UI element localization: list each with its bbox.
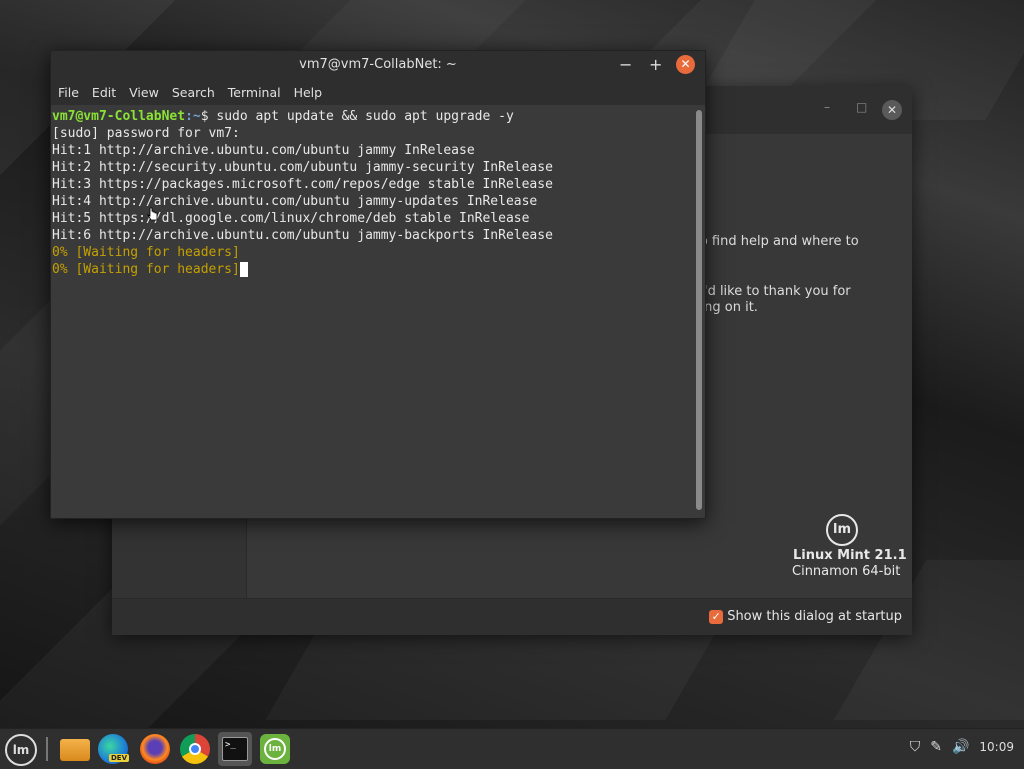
firefox-icon[interactable] [140,734,170,764]
close-icon[interactable]: ✕ [882,100,902,120]
output-line: Hit:6 http://archive.ubuntu.com/ubuntu j… [52,228,553,243]
menu-file[interactable]: File [58,85,79,100]
maximize-icon[interactable]: □ [856,100,867,114]
shield-icon[interactable]: ⛉ [910,739,921,755]
clock[interactable]: 10:09 [979,740,1014,754]
welcome-footer: ✓ Show this dialog at startup [112,598,912,635]
window-title: vm7@vm7-CollabNet: ~ [299,57,457,72]
mint-app-glyph: lm [264,738,286,760]
scrollbar-thumb[interactable] [696,110,702,510]
os-version: Linux Mint 21.1 [793,548,907,563]
output-line: [sudo] password for vm7: [52,126,240,141]
text-cursor [239,262,248,277]
chrome-icon[interactable] [180,734,210,764]
system-tray: ⛉ ✎ 🔊 10:09 [910,739,1014,755]
command-line: vm7@vm7-CollabNet:~$ sudo apt update && … [52,108,694,125]
terminal-titlebar[interactable]: vm7@vm7-CollabNet: ~ − + ✕ [51,51,705,79]
minimize-icon[interactable]: − [619,55,632,74]
close-icon[interactable]: ✕ [676,55,695,74]
mint-welcome-app-icon[interactable]: lm [260,734,290,764]
output-line: Hit:1 http://archive.ubuntu.com/ubuntu j… [52,143,475,158]
prompt-path: :~ [185,109,201,124]
menu-edit[interactable]: Edit [92,85,116,100]
prompt-user: vm7@vm7-CollabNet [52,109,186,124]
terminal-icon[interactable]: >_ [222,737,248,761]
taskbar-separator [46,737,48,761]
show-at-startup-label: Show this dialog at startup [727,609,902,624]
command-text: sudo apt update && sudo apt upgrade -y [216,109,514,124]
prompt-symbol: $ [200,109,217,124]
output-line: Hit:3 https://packages.microsoft.com/rep… [52,177,553,192]
mint-menu-icon[interactable]: lm [5,734,37,766]
checkbox-checked-icon[interactable]: ✓ [709,609,724,624]
waiting-text: 0% [Waiting for headers] [52,262,240,277]
menu-help[interactable]: Help [294,85,323,100]
mint-logo-icon: lm [826,514,858,546]
menu-terminal[interactable]: Terminal [228,85,281,100]
maximize-icon[interactable]: + [649,55,662,74]
waiting-line: 0% [Waiting for headers] [52,245,240,260]
terminal-output[interactable]: vm7@vm7-CollabNet:~$ sudo apt update && … [51,106,694,518]
menu-search[interactable]: Search [172,85,215,100]
terminal-scrollbar[interactable] [693,106,705,516]
terminal-window: vm7@vm7-CollabNet: ~ − + ✕ File Edit Vie… [50,50,706,519]
waiting-line-current: 0% [Waiting for headers] [52,261,694,278]
os-edition: Cinnamon 64-bit [792,564,901,579]
menu-view[interactable]: View [129,85,159,100]
minimize-icon[interactable]: – [824,100,830,114]
mouse-pointer-icon [147,207,158,221]
taskbar: lm DEV >_ lm ⛉ ✎ 🔊 10:09 [0,728,1024,769]
volume-icon[interactable]: 🔊 [952,739,969,755]
network-icon[interactable]: ✎ [930,739,942,755]
terminal-menubar: File Edit View Search Terminal Help [51,79,705,105]
edge-dev-badge: DEV [109,754,130,762]
files-folder-icon[interactable] [60,739,90,761]
output-line: Hit:2 http://security.ubuntu.com/ubuntu … [52,160,553,175]
show-at-startup-toggle[interactable]: ✓ Show this dialog at startup [709,609,902,624]
